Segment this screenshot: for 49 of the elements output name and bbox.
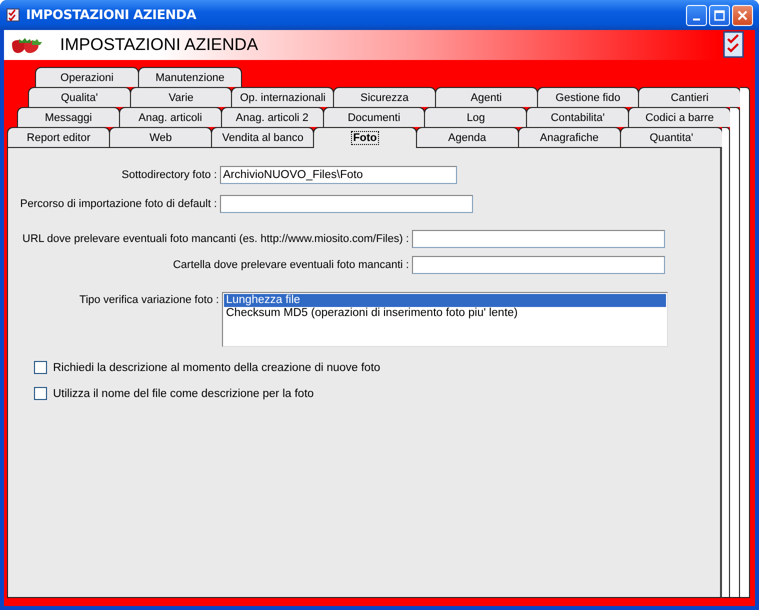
tab[interactable]: Operazioni: [35, 67, 139, 87]
input-field[interactable]: [412, 256, 665, 274]
tab[interactable]: Web: [109, 127, 212, 147]
tab[interactable]: Log: [424, 107, 528, 127]
minimize-icon: [693, 18, 700, 20]
tab[interactable]: Anag. articoli: [118, 107, 222, 127]
input-field[interactable]: [220, 195, 473, 213]
tab[interactable]: Vendita al banco: [211, 127, 314, 147]
minimize-button[interactable]: [686, 4, 707, 26]
list-box[interactable]: Lunghezza file Checksum MD5 (operazioni di inserimento foto piu' lente): [222, 292, 668, 347]
tab[interactable]: Report editor: [7, 127, 110, 147]
checkbox-label: Utilizza il nome del file come descrizione per la foto: [53, 388, 314, 400]
tab[interactable]: Qualita': [28, 87, 131, 107]
tab[interactable]: Gestione fido: [536, 87, 640, 107]
tab[interactable]: Codici a barre: [628, 107, 732, 127]
list-option[interactable]: Checksum MD5 (operazioni di inserimento foto piu' lente): [224, 307, 666, 320]
checklist-icon[interactable]: [723, 31, 745, 59]
tab[interactable]: Varie: [130, 87, 232, 107]
field-label: Percorso di importazione foto di default :: [19, 198, 218, 210]
checkbox-label: Richiedi la descrizione al momento della creazione di nuove foto: [53, 362, 380, 374]
field-label: Cartella dove prelevare eventuali foto mancanti :: [172, 259, 410, 271]
tab[interactable]: Anag. articoli 2: [220, 107, 324, 127]
tab[interactable]: Op. internazionali: [231, 87, 334, 107]
maximize-button[interactable]: [709, 4, 730, 26]
tab[interactable]: Manutenzione: [138, 67, 242, 87]
close-icon: [737, 10, 748, 20]
input-field[interactable]: ArchivioNUOVO_Files\Foto: [220, 166, 457, 184]
field-label: URL dove prelevare eventuali foto mancanti (es. http://www.miosito.com/Files) :: [21, 233, 410, 245]
checkbox[interactable]: [34, 361, 47, 374]
maximize-icon: [714, 10, 725, 20]
input-field[interactable]: [412, 230, 665, 248]
tab[interactable]: Contabilita': [526, 107, 630, 127]
header-title: IMPOSTAZIONI AZIENDA: [60, 35, 260, 55]
list-option[interactable]: Lunghezza file: [224, 294, 666, 307]
tab[interactable]: Documenti: [322, 107, 426, 127]
checkbox[interactable]: [34, 387, 47, 400]
field-label: Sottodirectory foto :: [120, 169, 218, 181]
window-title: IMPOSTAZIONI AZIENDA: [26, 8, 198, 22]
tab[interactable]: Cantieri: [638, 87, 742, 107]
tab[interactable]: Foto: [313, 127, 417, 148]
list-label: Tipo verifica variazione foto :: [78, 293, 220, 306]
close-button[interactable]: [732, 4, 753, 26]
tab[interactable]: Anagrafiche: [518, 127, 621, 147]
app-icon: [6, 8, 20, 22]
tab[interactable]: Messaggi: [17, 107, 120, 127]
tab[interactable]: Quantita': [620, 127, 723, 147]
tab[interactable]: Agenda: [416, 127, 519, 147]
tab[interactable]: Agenti: [434, 87, 538, 107]
tab[interactable]: Sicurezza: [333, 87, 436, 107]
